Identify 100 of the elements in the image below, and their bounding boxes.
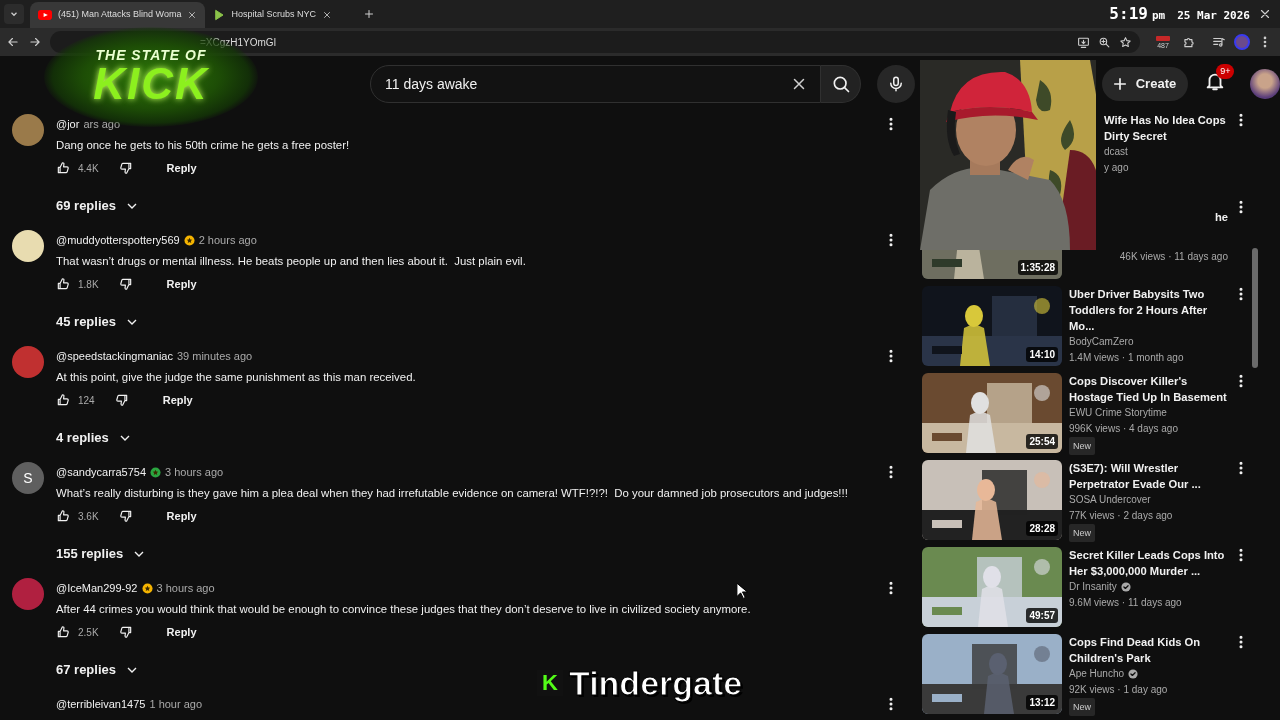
- search-button[interactable]: [821, 65, 861, 103]
- reply-button[interactable]: Reply: [158, 157, 205, 179]
- mic-button[interactable]: [877, 65, 915, 103]
- forward-icon[interactable]: [28, 35, 42, 49]
- video-stats: y ago: [1104, 161, 1129, 175]
- commenter-avatar[interactable]: [12, 230, 44, 262]
- comment-text: That wasn’t drugs or mental illness. He beats people up and then lies about it. Just plain evil.: [56, 254, 526, 269]
- video-stats: 92K views · 1 day ago: [1069, 683, 1168, 697]
- video-duration: 14:10: [1026, 347, 1058, 362]
- replies-toggle[interactable]: 69 replies: [56, 188, 140, 224]
- channel-name[interactable]: BodyCamZero: [1069, 334, 1134, 350]
- like-icon[interactable]: [56, 509, 70, 523]
- comment-time[interactable]: ars ago: [83, 115, 121, 133]
- clock-date: 25 Mar 2026: [1177, 8, 1250, 24]
- dislike-icon[interactable]: [118, 509, 133, 523]
- video-duration: 1:35:28: [1017, 260, 1058, 275]
- video-stats: 1.4M views · 1 month ago: [1069, 351, 1184, 365]
- channel-name[interactable]: Ape Huncho: [1069, 666, 1125, 682]
- replies-toggle[interactable]: 45 replies: [56, 304, 140, 340]
- reply-button[interactable]: Reply: [158, 273, 205, 295]
- account-avatar[interactable]: [1250, 69, 1280, 99]
- comment-time[interactable]: 3 hours ago: [156, 579, 215, 597]
- video-title[interactable]: Cops Discover Killer's Hostage Tied Up In Basement: [1069, 373, 1228, 405]
- video-stats: 996K views · 4 days ago: [1069, 422, 1178, 436]
- replies-toggle[interactable]: 67 replies: [56, 652, 140, 688]
- comment-author[interactable]: @jor: [56, 115, 80, 133]
- video-title[interactable]: he: [1214, 209, 1228, 225]
- video-title[interactable]: Wife Has No Idea Cops Dirty Secret: [1104, 112, 1228, 144]
- channel-name[interactable]: dcast: [1104, 144, 1128, 160]
- like-icon[interactable]: [56, 393, 70, 407]
- logo-wordmark: KICK: [93, 62, 209, 106]
- reply-button[interactable]: Reply: [158, 505, 205, 527]
- comment-text: After 44 crimes you would think that would be enough to convince these judges that they don’t deserve to live in civilized society anymore.: [56, 602, 751, 617]
- browser-tab[interactable]: (451) Man Attacks Blind Woma: [30, 2, 206, 28]
- puzzle-icon[interactable]: [1182, 35, 1196, 49]
- close-tab-icon[interactable]: [321, 10, 332, 20]
- comment-text: Dang once he gets to his 50th crime he gets a free poster!: [56, 138, 350, 153]
- like-count: 4.4K: [78, 161, 99, 176]
- video-duration: 49:57: [1026, 608, 1058, 623]
- comment-time[interactable]: 1 hour ago: [149, 695, 203, 713]
- zoom-icon[interactable]: [1098, 35, 1111, 49]
- comment-time[interactable]: 3 hours ago: [165, 463, 224, 481]
- search-field[interactable]: 11 days awake: [370, 65, 822, 103]
- video-title[interactable]: Secret Killer Leads Cops Into Her $3,000,000 Murder ...: [1069, 547, 1228, 579]
- video-logo-icon: [38, 10, 52, 20]
- video-title[interactable]: Cops Find Dead Kids On Children's Park: [1069, 634, 1228, 666]
- like-icon[interactable]: [56, 161, 70, 175]
- video-title[interactable]: (S3E7): Will Wrestler Perpetrator Evade Our ...: [1069, 460, 1228, 492]
- install-icon[interactable]: [1077, 35, 1090, 49]
- new-label: New: [1069, 698, 1095, 716]
- comment-author[interactable]: @IceMan299-92: [56, 579, 138, 597]
- tab-list-button[interactable]: [4, 4, 24, 24]
- caption-text: Tindergate: [569, 666, 743, 700]
- dislike-icon[interactable]: [118, 625, 133, 639]
- comment-author[interactable]: @sandycarra5754: [56, 463, 147, 481]
- new-label: New: [1069, 524, 1095, 542]
- clock-time: 5:19: [1109, 3, 1148, 25]
- comment-author[interactable]: @speedstackingmaniac: [56, 347, 173, 365]
- replies-toggle[interactable]: 4 replies: [56, 420, 133, 456]
- video-duration: 13:12: [1026, 695, 1058, 710]
- url-text: =XCgzH1YOmGl: [200, 35, 277, 50]
- like-icon[interactable]: [56, 625, 70, 639]
- video-duration: 25:54: [1026, 434, 1058, 449]
- clock-ampm: pm: [1151, 8, 1166, 24]
- reply-button[interactable]: Reply: [154, 389, 201, 411]
- video-title[interactable]: Uber Driver Babysits Two Toddlers for 2 Hours After Mo...: [1069, 286, 1228, 334]
- like-count: 3.6K: [78, 509, 99, 524]
- channel-name[interactable]: EWU Crime Storytime: [1069, 405, 1167, 421]
- channel-name[interactable]: Dr Insanity: [1069, 579, 1117, 595]
- replies-toggle[interactable]: 155 replies: [56, 536, 148, 572]
- channel-name[interactable]: SOSA Undercover: [1069, 492, 1151, 508]
- new-label: New: [1069, 437, 1095, 455]
- tab-title: Hospital Scrubs NYC: [231, 8, 316, 22]
- dislike-icon[interactable]: [114, 393, 129, 407]
- video-stats: 46K views · 11 days ago: [1119, 250, 1228, 264]
- comment-time[interactable]: 2 hours ago: [198, 231, 257, 249]
- reply-button[interactable]: Reply: [158, 621, 205, 643]
- video-stats: 9.6M views · 11 days ago: [1069, 596, 1182, 610]
- comment-text: What’s really disturbing is they gave him a plea deal when they had irrefutable evidence on camera! WTF!?!?! Do your damned job prosecutors and judges!!!: [56, 486, 848, 501]
- comment-time[interactable]: 39 minutes ago: [176, 347, 253, 365]
- create-button[interactable]: Create: [1101, 67, 1189, 101]
- video-duration: 28:28: [1026, 521, 1058, 536]
- close-tab-icon[interactable]: [187, 10, 198, 20]
- dislike-icon[interactable]: [118, 161, 133, 175]
- like-icon[interactable]: [56, 277, 70, 291]
- comment-author[interactable]: @terribleivan1475: [56, 695, 146, 713]
- like-count: 124: [78, 393, 95, 408]
- bookmark-star-icon[interactable]: [1119, 35, 1132, 49]
- browser-tab[interactable]: Hospital Scrubs NYC: [205, 2, 356, 28]
- like-count: 1.8K: [78, 277, 99, 292]
- comment-author[interactable]: @muddyotterspottery569: [56, 231, 180, 249]
- search-input[interactable]: 11 days awake: [385, 73, 791, 95]
- media-icon[interactable]: [1212, 35, 1226, 49]
- play-icon: [213, 9, 226, 21]
- mouse-pointer-icon: [736, 582, 748, 600]
- commenter-avatar[interactable]: S: [12, 462, 44, 494]
- new-tab-icon[interactable]: [363, 8, 376, 20]
- dislike-icon[interactable]: [118, 277, 133, 291]
- close-icon[interactable]: [1258, 7, 1272, 21]
- back-icon[interactable]: [6, 35, 20, 49]
